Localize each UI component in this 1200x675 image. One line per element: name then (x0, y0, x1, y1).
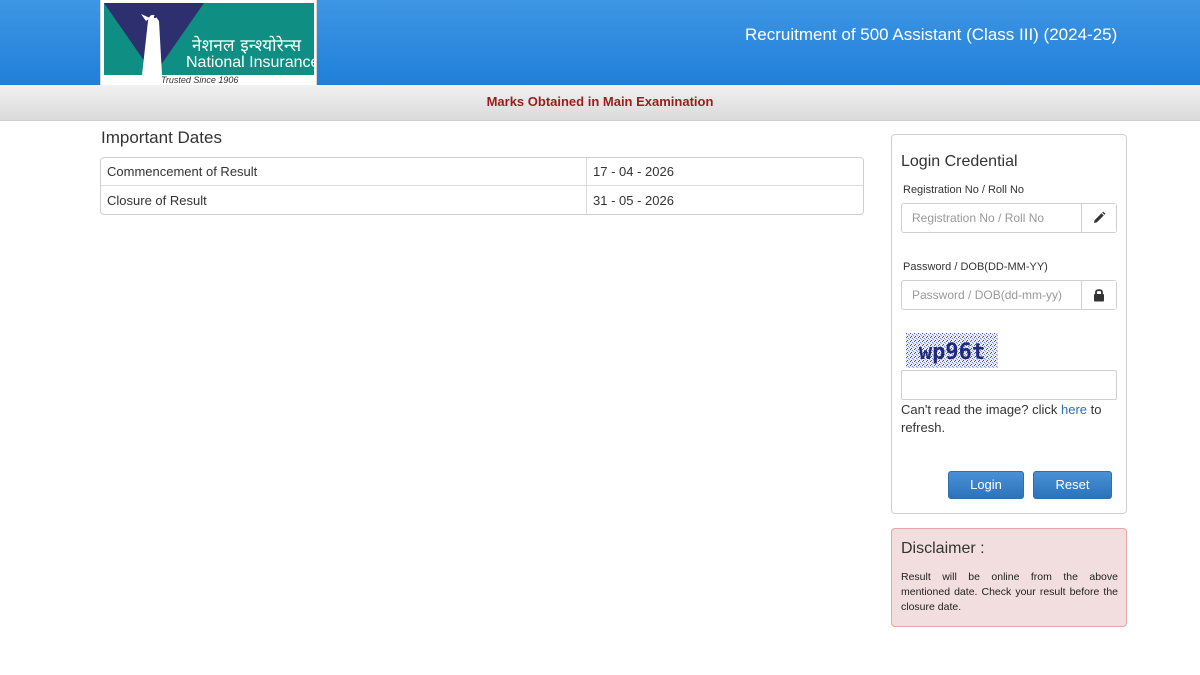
logo-hindi-name: नेशनल इन्श्योरेन्स (192, 36, 302, 56)
password-input-group (901, 280, 1117, 310)
date-label: Closure of Result (101, 186, 587, 214)
national-insurance-logo[interactable]: नेशनल इन्श्योरेन्स National Insurance Tr… (100, 0, 317, 85)
date-label: Commencement of Result (101, 158, 587, 186)
captcha-refresh-hint: Can't read the image? click here to refr… (901, 401, 1117, 437)
site-header: नेशनल इन्श्योरेन्स National Insurance Tr… (0, 0, 1200, 85)
refresh-link[interactable]: here (1061, 402, 1087, 417)
login-button[interactable]: Login (948, 471, 1024, 499)
captcha-text: wp96t (919, 340, 985, 365)
important-dates-heading: Important Dates (101, 128, 222, 147)
captcha-input[interactable] (901, 370, 1117, 400)
page-title: Recruitment of 500 Assistant (Class III)… (745, 25, 1118, 44)
reset-button[interactable]: Reset (1033, 471, 1112, 499)
password-input[interactable] (902, 281, 1082, 309)
logo-emblem: नेशनल इन्श्योरेन्स National Insurance (104, 3, 314, 75)
disclaimer-box: Disclaimer : Result will be online from … (891, 528, 1127, 627)
login-panel: Login Credential Registration No / Roll … (891, 134, 1127, 514)
table-row: Closure of Result 31 - 05 - 2026 (101, 186, 863, 214)
registration-input-group (901, 203, 1117, 233)
date-value: 31 - 05 - 2026 (593, 192, 674, 208)
registration-input[interactable] (902, 204, 1082, 232)
lock-icon (1081, 281, 1116, 309)
section-heading: Marks Obtained in Main Examination (486, 94, 714, 109)
table-row: Commencement of Result 17 - 04 - 2026 (101, 158, 863, 186)
captcha-image: wp96t (906, 333, 998, 368)
date-value: 17 - 04 - 2026 (587, 158, 863, 186)
disclaimer-heading: Disclaimer : (901, 540, 985, 557)
pencil-icon (1081, 204, 1116, 232)
disclaimer-text: Result will be online from the above men… (901, 571, 1118, 613)
refresh-prefix: Can't read the image? click (901, 402, 1062, 417)
logo-english-name: National Insurance (186, 54, 314, 71)
password-label: Password / DOB(DD-MM-YY) (903, 261, 1048, 273)
registration-label: Registration No / Roll No (903, 184, 1025, 196)
section-bar: Marks Obtained in Main Examination (0, 85, 1200, 121)
login-heading: Login Credential (901, 153, 1018, 170)
important-dates-table: Commencement of Result 17 - 04 - 2026 Cl… (100, 157, 864, 215)
logo-tagline: Trusted Since 1906 (161, 75, 239, 85)
